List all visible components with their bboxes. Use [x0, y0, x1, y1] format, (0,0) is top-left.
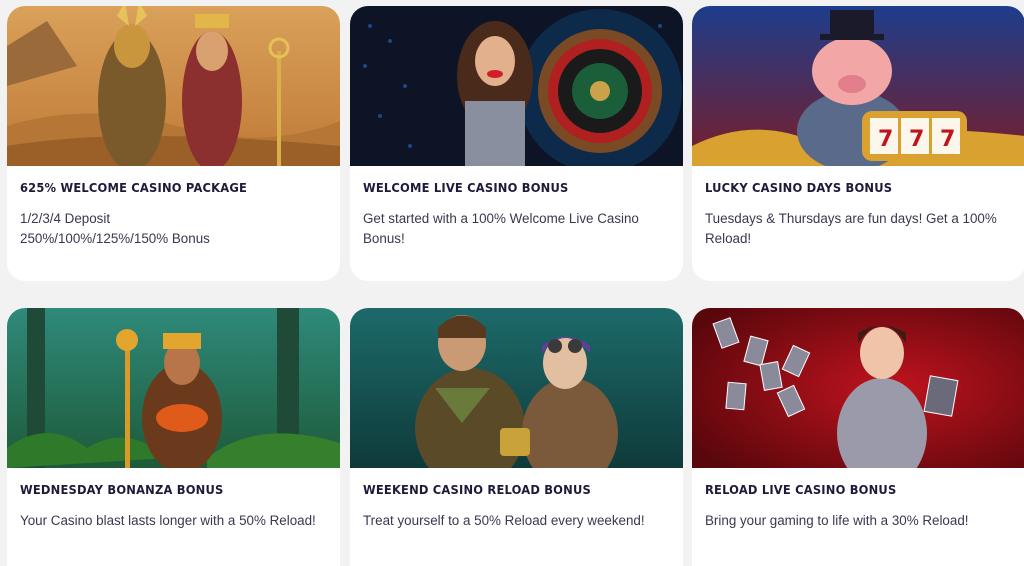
promo-description: Get started with a 100% Welcome Live Cas…: [363, 209, 670, 249]
promo-title: Welcome Live Casino Bonus: [363, 180, 569, 195]
svg-text:7: 7: [940, 127, 955, 152]
promo-description-line: Treat yourself to a 50% Reload every wee…: [363, 513, 645, 528]
promo-image-egyptian-desert[interactable]: [7, 6, 340, 166]
promo-description-line: Get started with a 100% Welcome Live Cas…: [363, 211, 639, 226]
promo-description-line: 250%/100%/125%/150% Bonus: [20, 231, 210, 246]
promo-description-line: Tuesdays & Thursdays are fun days! Get a…: [705, 211, 997, 226]
promo-description: Treat yourself to a 50% Reload every wee…: [363, 511, 670, 531]
promo-image-cards-dealer[interactable]: [692, 308, 1024, 468]
promo-card-welcome-casino-package[interactable]: 625% Welcome Casino Package 1/2/3/4 Depo…: [7, 6, 340, 281]
promo-description: Tuesdays & Thursdays are fun days! Get a…: [705, 209, 1012, 249]
promo-description: Bring your gaming to life with a 30% Rel…: [705, 511, 1012, 531]
promo-card-reload-live-casino[interactable]: Reload Live Casino Bonus Bring your gami…: [692, 308, 1024, 566]
promo-card-welcome-live-casino[interactable]: Welcome Live Casino Bonus Get started wi…: [350, 6, 683, 281]
svg-text:7: 7: [909, 127, 924, 152]
promo-title: Weekend Casino Reload Bonus: [363, 482, 591, 497]
promo-image-roulette-dealer[interactable]: [350, 6, 683, 166]
promo-image-adventurers[interactable]: [350, 308, 683, 468]
svg-text:7: 7: [878, 127, 893, 152]
promo-description-line: 1/2/3/4 Deposit: [20, 211, 111, 226]
promo-image-jungle-queen[interactable]: [7, 308, 340, 468]
promo-card-wednesday-bonanza[interactable]: Wednesday Bonanza Bonus Your Casino blas…: [7, 308, 340, 566]
promotions-grid: 625% Welcome Casino Package 1/2/3/4 Depo…: [0, 0, 1024, 566]
promo-title: Reload Live Casino Bonus: [705, 482, 897, 497]
promo-title: 625% Welcome Casino Package: [20, 180, 248, 195]
promo-description: Your Casino blast lasts longer with a 50…: [20, 511, 327, 531]
promo-description-line: Your Casino blast lasts longer with a 50…: [20, 513, 316, 528]
promo-description: 1/2/3/4 Deposit 250%/100%/125%/150% Bonu…: [20, 209, 327, 249]
promo-title: Lucky Casino Days Bonus: [705, 180, 893, 195]
promo-card-lucky-casino-days[interactable]: 7 7 7 Lucky Casino Days Bonus Tuesdays &…: [692, 6, 1024, 281]
promo-description-line: Bring your gaming to life with a 30% Rel…: [705, 513, 969, 528]
promo-card-weekend-casino-reload[interactable]: Weekend Casino Reload Bonus Treat yourse…: [350, 308, 683, 566]
promo-description-line: Reload!: [705, 231, 752, 246]
promo-image-pig-slot[interactable]: 7 7 7: [692, 6, 1024, 166]
promo-title: Wednesday Bonanza Bonus: [20, 482, 224, 497]
promo-description-line: Bonus!: [363, 231, 405, 246]
